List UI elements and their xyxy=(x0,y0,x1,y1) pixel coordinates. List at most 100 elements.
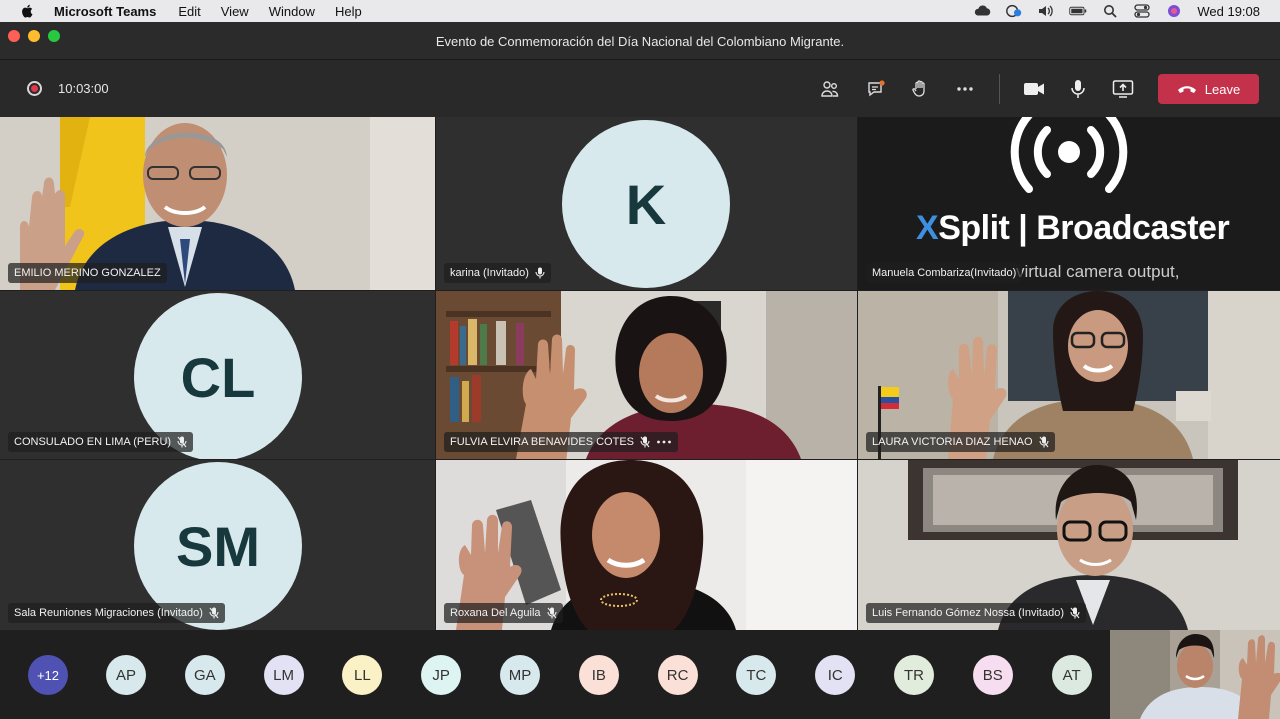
menu-edit[interactable]: Edit xyxy=(178,4,200,19)
video-tile-consulado[interactable]: CL CONSULADO EN LIMA (PERU) xyxy=(0,291,435,459)
microphone-icon xyxy=(535,267,545,279)
share-screen-icon xyxy=(1112,80,1134,98)
participant-chip[interactable]: JP xyxy=(421,655,462,695)
meeting-title: Evento de Conmemoración del Día Nacional… xyxy=(435,34,845,49)
participant-chip[interactable]: AT xyxy=(1051,655,1092,695)
participant-initials: LM xyxy=(273,666,295,684)
participant-initials: TC xyxy=(746,666,767,684)
mac-menu-bar: Microsoft Teams Edit View Window Help We… xyxy=(0,0,1280,22)
share-screen-button[interactable] xyxy=(1110,76,1136,102)
more-actions-button[interactable] xyxy=(952,76,978,102)
participant-chip[interactable]: LM xyxy=(263,655,304,695)
participant-name: Roxana Del Aguila xyxy=(450,607,541,619)
participant-chip[interactable]: IC xyxy=(815,655,856,695)
menu-clock[interactable]: Wed 19:08 xyxy=(1197,4,1260,19)
microphone-icon xyxy=(1070,607,1080,619)
avatar-initials: CL xyxy=(180,345,256,409)
participant-name-label: Roxana Del Aguila xyxy=(444,603,563,623)
meeting-toolbar: 10:03:00 Leave xyxy=(0,60,1280,117)
video-tile-fulvia[interactable]: FULVIA ELVIRA BENAVIDES COTES xyxy=(436,291,857,459)
self-video-feed xyxy=(1110,630,1280,719)
participant-chip[interactable]: TR xyxy=(894,655,934,695)
participant-name-label: LAURA VICTORIA DIAZ HENAO xyxy=(866,432,1055,452)
video-tile-luis-fernando[interactable]: Luis Fernando Gómez Nossa (Invitado) xyxy=(858,460,1280,630)
video-tile-laura[interactable]: LAURA VICTORIA DIAZ HENAO xyxy=(858,291,1280,459)
battery-icon[interactable] xyxy=(1069,4,1087,18)
participant-name-label: Sala Reuniones Migraciones (Invitado) xyxy=(8,603,225,623)
participant-initials: LL xyxy=(354,666,371,684)
control-center-icon[interactable] xyxy=(1133,4,1151,18)
participant-name: EMILIO MERINO GONZALEZ xyxy=(14,267,161,279)
participant-chip[interactable]: BS xyxy=(972,655,1013,695)
more-horizontal-icon xyxy=(957,87,973,91)
video-tile-sala-reuniones[interactable]: SM Sala Reuniones Migraciones (Invitado) xyxy=(0,460,435,630)
participant-initials: AT xyxy=(1062,666,1081,684)
participant-initials: MP xyxy=(508,666,532,684)
video-grid: EMILIO MERINO GONZALEZ K karina (Invitad… xyxy=(0,117,1280,630)
people-icon xyxy=(821,81,839,97)
video-tile-karina[interactable]: K karina (Invitado) xyxy=(436,117,857,290)
chat-button[interactable] xyxy=(863,76,889,102)
hang-up-icon xyxy=(1177,86,1196,93)
menu-help[interactable]: Help xyxy=(335,4,362,19)
video-tile-manuela[interactable]: XSplit | Broadcaster virtual camera outp… xyxy=(858,117,1280,290)
participant-initials: AP xyxy=(115,666,136,684)
participant-initials: RC xyxy=(666,666,689,684)
participant-chip[interactable]: TC xyxy=(736,655,777,695)
participant-initials: TR xyxy=(904,666,924,684)
participant-name: Manuela Combariza(Invitado) xyxy=(872,267,1017,279)
participant-chip[interactable]: MP xyxy=(500,655,540,695)
menu-window[interactable]: Window xyxy=(269,4,315,19)
participant-chip[interactable]: AP xyxy=(106,655,146,695)
menu-view[interactable]: View xyxy=(221,4,249,19)
participant-initials: IC xyxy=(827,666,843,684)
cloud-icon[interactable] xyxy=(973,4,991,18)
participants-button[interactable] xyxy=(817,76,843,102)
participant-name-label: CONSULADO EN LIMA (PERU) xyxy=(8,432,194,452)
microphone-icon xyxy=(209,607,219,619)
raise-hand-button[interactable] xyxy=(907,76,933,102)
participant-chip[interactable]: IB xyxy=(578,655,619,695)
broadcast-signal-icon xyxy=(1010,117,1128,193)
microphone-icon xyxy=(1039,436,1049,448)
participant-chip[interactable]: GA xyxy=(184,655,225,695)
participant-initials: BS xyxy=(982,666,1003,684)
overflow-count: +12 xyxy=(36,667,60,683)
meeting-timer: 10:03:00 xyxy=(58,81,109,96)
leave-button[interactable]: Leave xyxy=(1158,74,1259,104)
participant-name: LAURA VICTORIA DIAZ HENAO xyxy=(872,436,1033,448)
more-options-icon[interactable] xyxy=(656,436,672,448)
menu-app-name[interactable]: Microsoft Teams xyxy=(54,4,156,19)
siri-icon[interactable] xyxy=(1165,4,1183,18)
participant-name: CONSULADO EN LIMA (PERU) xyxy=(14,436,172,448)
volume-icon[interactable] xyxy=(1037,4,1055,18)
camera-button[interactable] xyxy=(1021,76,1047,102)
participant-initials: JP xyxy=(432,666,450,684)
microphone-button[interactable] xyxy=(1065,76,1091,102)
recording-indicator-icon xyxy=(27,81,42,96)
participant-chip[interactable]: RC xyxy=(657,655,698,695)
participant-initials: GA xyxy=(193,666,216,684)
participants-strip: +12 AP GA LM LL JP MP IB RC TC IC TR BS AT xyxy=(0,630,1280,719)
microphone-icon xyxy=(177,436,187,448)
participant-chip[interactable]: LL xyxy=(342,655,383,695)
participant-name: Luis Fernando Gómez Nossa (Invitado) xyxy=(872,607,1064,619)
apple-icon[interactable] xyxy=(20,4,34,18)
microphone-icon xyxy=(640,436,650,448)
hand-icon xyxy=(912,80,925,97)
vpn-status-icon[interactable] xyxy=(1005,4,1023,18)
video-tile-emilio[interactable]: EMILIO MERINO GONZALEZ xyxy=(0,117,435,290)
avatar-initials: SM xyxy=(176,514,260,578)
participant-name-label: Luis Fernando Gómez Nossa (Invitado) xyxy=(866,603,1086,623)
brand-x-letter: X xyxy=(916,209,939,247)
participant-name-label: FULVIA ELVIRA BENAVIDES COTES xyxy=(444,432,679,452)
video-tile-roxana[interactable]: Roxana Del Aguila xyxy=(436,460,857,630)
microphone-icon xyxy=(1071,80,1085,98)
spotlight-search-icon[interactable] xyxy=(1101,4,1119,18)
brand-name: Split | Broadcaster xyxy=(938,209,1230,247)
more-participants-button[interactable]: +12 xyxy=(28,655,68,695)
participant-initials: IB xyxy=(591,666,606,684)
avatar-initials: K xyxy=(625,172,667,236)
microphone-icon xyxy=(546,607,557,619)
self-view-video[interactable] xyxy=(1110,630,1280,719)
